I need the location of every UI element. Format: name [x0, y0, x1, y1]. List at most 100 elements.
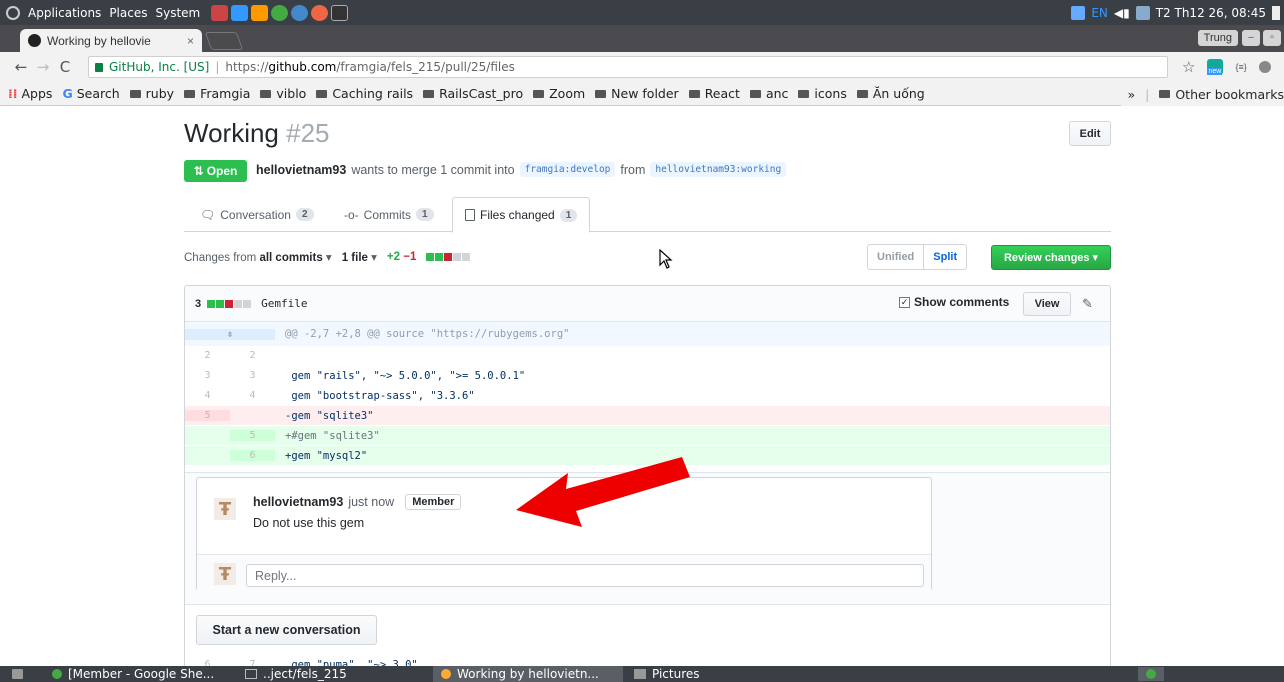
applications-menu[interactable]: Applications [28, 6, 101, 20]
editor-launcher-icon[interactable] [251, 4, 269, 21]
head-branch[interactable]: hellovietnam93:working [650, 162, 787, 177]
bookmark-folder[interactable]: Ăn uống [856, 86, 925, 101]
reload-icon[interactable]: C [54, 58, 76, 76]
bookmark-folder[interactable]: React [688, 86, 740, 101]
start-conversation-button[interactable]: Start a new conversation [196, 615, 377, 645]
taskbar-item[interactable]: Pictures [634, 666, 700, 682]
google-icon: G [62, 86, 73, 101]
privacy-extension-icon[interactable] [1258, 61, 1271, 73]
new-line-number[interactable]: 5 [230, 430, 275, 441]
files-launcher-icon[interactable] [211, 4, 229, 21]
places-menu[interactable]: Places [109, 6, 147, 20]
other-bookmarks[interactable]: Other bookmarks [1159, 87, 1284, 102]
reply-input[interactable] [246, 564, 924, 587]
taskbar-item[interactable]: ..ject/fels_215 [245, 666, 347, 682]
profile-badge[interactable]: Trung [1197, 30, 1238, 46]
new-line-number[interactable]: 6 [230, 450, 275, 461]
tray-chrome-icon[interactable] [1138, 667, 1164, 681]
mail-launcher-icon[interactable] [231, 4, 249, 21]
address-bar[interactable]: GitHub, Inc. [US] | https:// github.com … [88, 56, 1168, 78]
old-line-number[interactable]: 5 [185, 410, 230, 421]
deleted-line: 5 -gem "sqlite3" [185, 406, 1110, 425]
json-extension-icon[interactable]: {≡} [1235, 62, 1246, 72]
star-icon[interactable]: ☆ [1182, 58, 1195, 76]
chat-launcher-icon[interactable] [291, 4, 309, 21]
url-host: github.com [268, 60, 337, 74]
maximize-icon[interactable]: ▫ [1263, 30, 1281, 46]
minimize-icon[interactable]: – [1242, 30, 1260, 46]
pencil-icon[interactable]: ✎ [1082, 296, 1096, 311]
browser-tab[interactable]: Working by hellovie × [20, 29, 202, 52]
checkbox-checked-icon[interactable]: ✓ [899, 296, 910, 308]
tray-icon[interactable] [1071, 5, 1086, 20]
clock[interactable]: T2 Th12 26, 08:45 [1156, 6, 1266, 20]
edit-button[interactable]: Edit [1069, 121, 1111, 146]
deletions-count: −1 [403, 251, 417, 263]
terminal-icon [245, 669, 257, 679]
avatar[interactable]: Ŧ [214, 498, 236, 520]
folder-icon [184, 89, 196, 98]
new-line-number[interactable]: 2 [230, 350, 275, 361]
lock-icon [95, 62, 103, 72]
pr-author-link[interactable]: hellovietnam93 [256, 163, 346, 177]
bookmark-folder[interactable]: New folder [595, 86, 679, 101]
old-line-number[interactable]: 3 [185, 370, 230, 381]
tab-label: Files changed [480, 208, 555, 222]
diffstat-bar [426, 253, 471, 261]
bookmark-folder[interactable]: anc [749, 86, 788, 101]
extension-icon[interactable]: new [1207, 59, 1224, 75]
bookmark-folder[interactable]: ruby [129, 86, 174, 101]
bookmark-folder[interactable]: Framgia [184, 86, 250, 101]
tab-conversation[interactable]: 🗨 Conversation 2 [188, 197, 326, 232]
new-line-number[interactable]: 4 [230, 390, 275, 401]
show-desktop-icon[interactable] [12, 669, 23, 679]
files-filter[interactable]: 1 file ▾ [342, 250, 377, 264]
bookmark-label: React [704, 86, 740, 101]
terminal-launcher-icon[interactable] [331, 4, 349, 21]
show-comments-toggle[interactable]: ✓ Show comments [899, 295, 1009, 309]
review-changes-button[interactable]: Review changes ▾ [991, 245, 1111, 270]
line-code: -gem "sqlite3" [285, 409, 374, 422]
language-indicator[interactable]: EN [1091, 6, 1108, 20]
unified-button[interactable]: Unified [867, 244, 925, 270]
taskbar-item-active[interactable]: Working by hellovietn... [433, 666, 623, 682]
close-tab-icon[interactable]: × [187, 34, 194, 48]
chrome-launcher-icon[interactable] [271, 4, 289, 21]
bookmark-folder[interactable]: Zoom [533, 86, 585, 101]
commits-filter[interactable]: Changes from all commits ▾ [184, 250, 332, 264]
taskbar-item[interactable]: [Member - Google She... [52, 666, 214, 682]
bookmark-folder[interactable]: icons [798, 86, 847, 101]
file-diff: 3 Gemfile ✓ Show comments View ✎ ⇳ @@ -2… [184, 285, 1111, 682]
forward-icon[interactable]: → [32, 58, 54, 76]
expand-icon[interactable]: ⇳ [185, 328, 275, 340]
comment-icon: 🗨 [200, 207, 216, 222]
comment-author[interactable]: hellovietnam93 [253, 495, 343, 509]
bookmark-folder[interactable]: viblo [260, 86, 306, 101]
system-menu[interactable]: System [155, 6, 200, 20]
folder-icon [798, 89, 810, 98]
base-branch[interactable]: framgia:develop [519, 162, 616, 177]
tab-files-changed[interactable]: Files changed 1 [452, 197, 591, 233]
applications-menu-icon[interactable] [6, 5, 20, 20]
new-tab-button[interactable] [204, 32, 244, 50]
bookmark-apps[interactable]: ⁞⁞ Apps [8, 86, 52, 101]
split-button[interactable]: Split [924, 244, 968, 270]
view-file-button[interactable]: View [1023, 292, 1071, 316]
volume-icon[interactable]: ◀▮ [1114, 6, 1130, 20]
tab-commits[interactable]: -o- Commits 1 [332, 197, 446, 232]
file-name[interactable]: Gemfile [261, 297, 307, 310]
bookmark-folder[interactable]: RailsCast_pro [423, 86, 523, 101]
chrome-icon [52, 669, 62, 679]
bookmark-folder[interactable]: Caching rails [316, 86, 413, 101]
bookmarks-overflow-button[interactable]: » [1127, 87, 1135, 102]
new-line-number[interactable]: 3 [230, 370, 275, 381]
old-line-number[interactable]: 2 [185, 350, 230, 361]
firefox-launcher-icon[interactable] [311, 4, 329, 21]
bookmark-search[interactable]: G Search [62, 86, 119, 101]
power-icon[interactable] [1272, 5, 1280, 20]
network-icon[interactable] [1135, 5, 1150, 20]
back-icon[interactable]: ← [10, 58, 32, 76]
old-line-number[interactable]: 4 [185, 390, 230, 401]
comment-time[interactable]: just now [348, 495, 394, 509]
review-changes-label: Review changes [1003, 251, 1090, 264]
